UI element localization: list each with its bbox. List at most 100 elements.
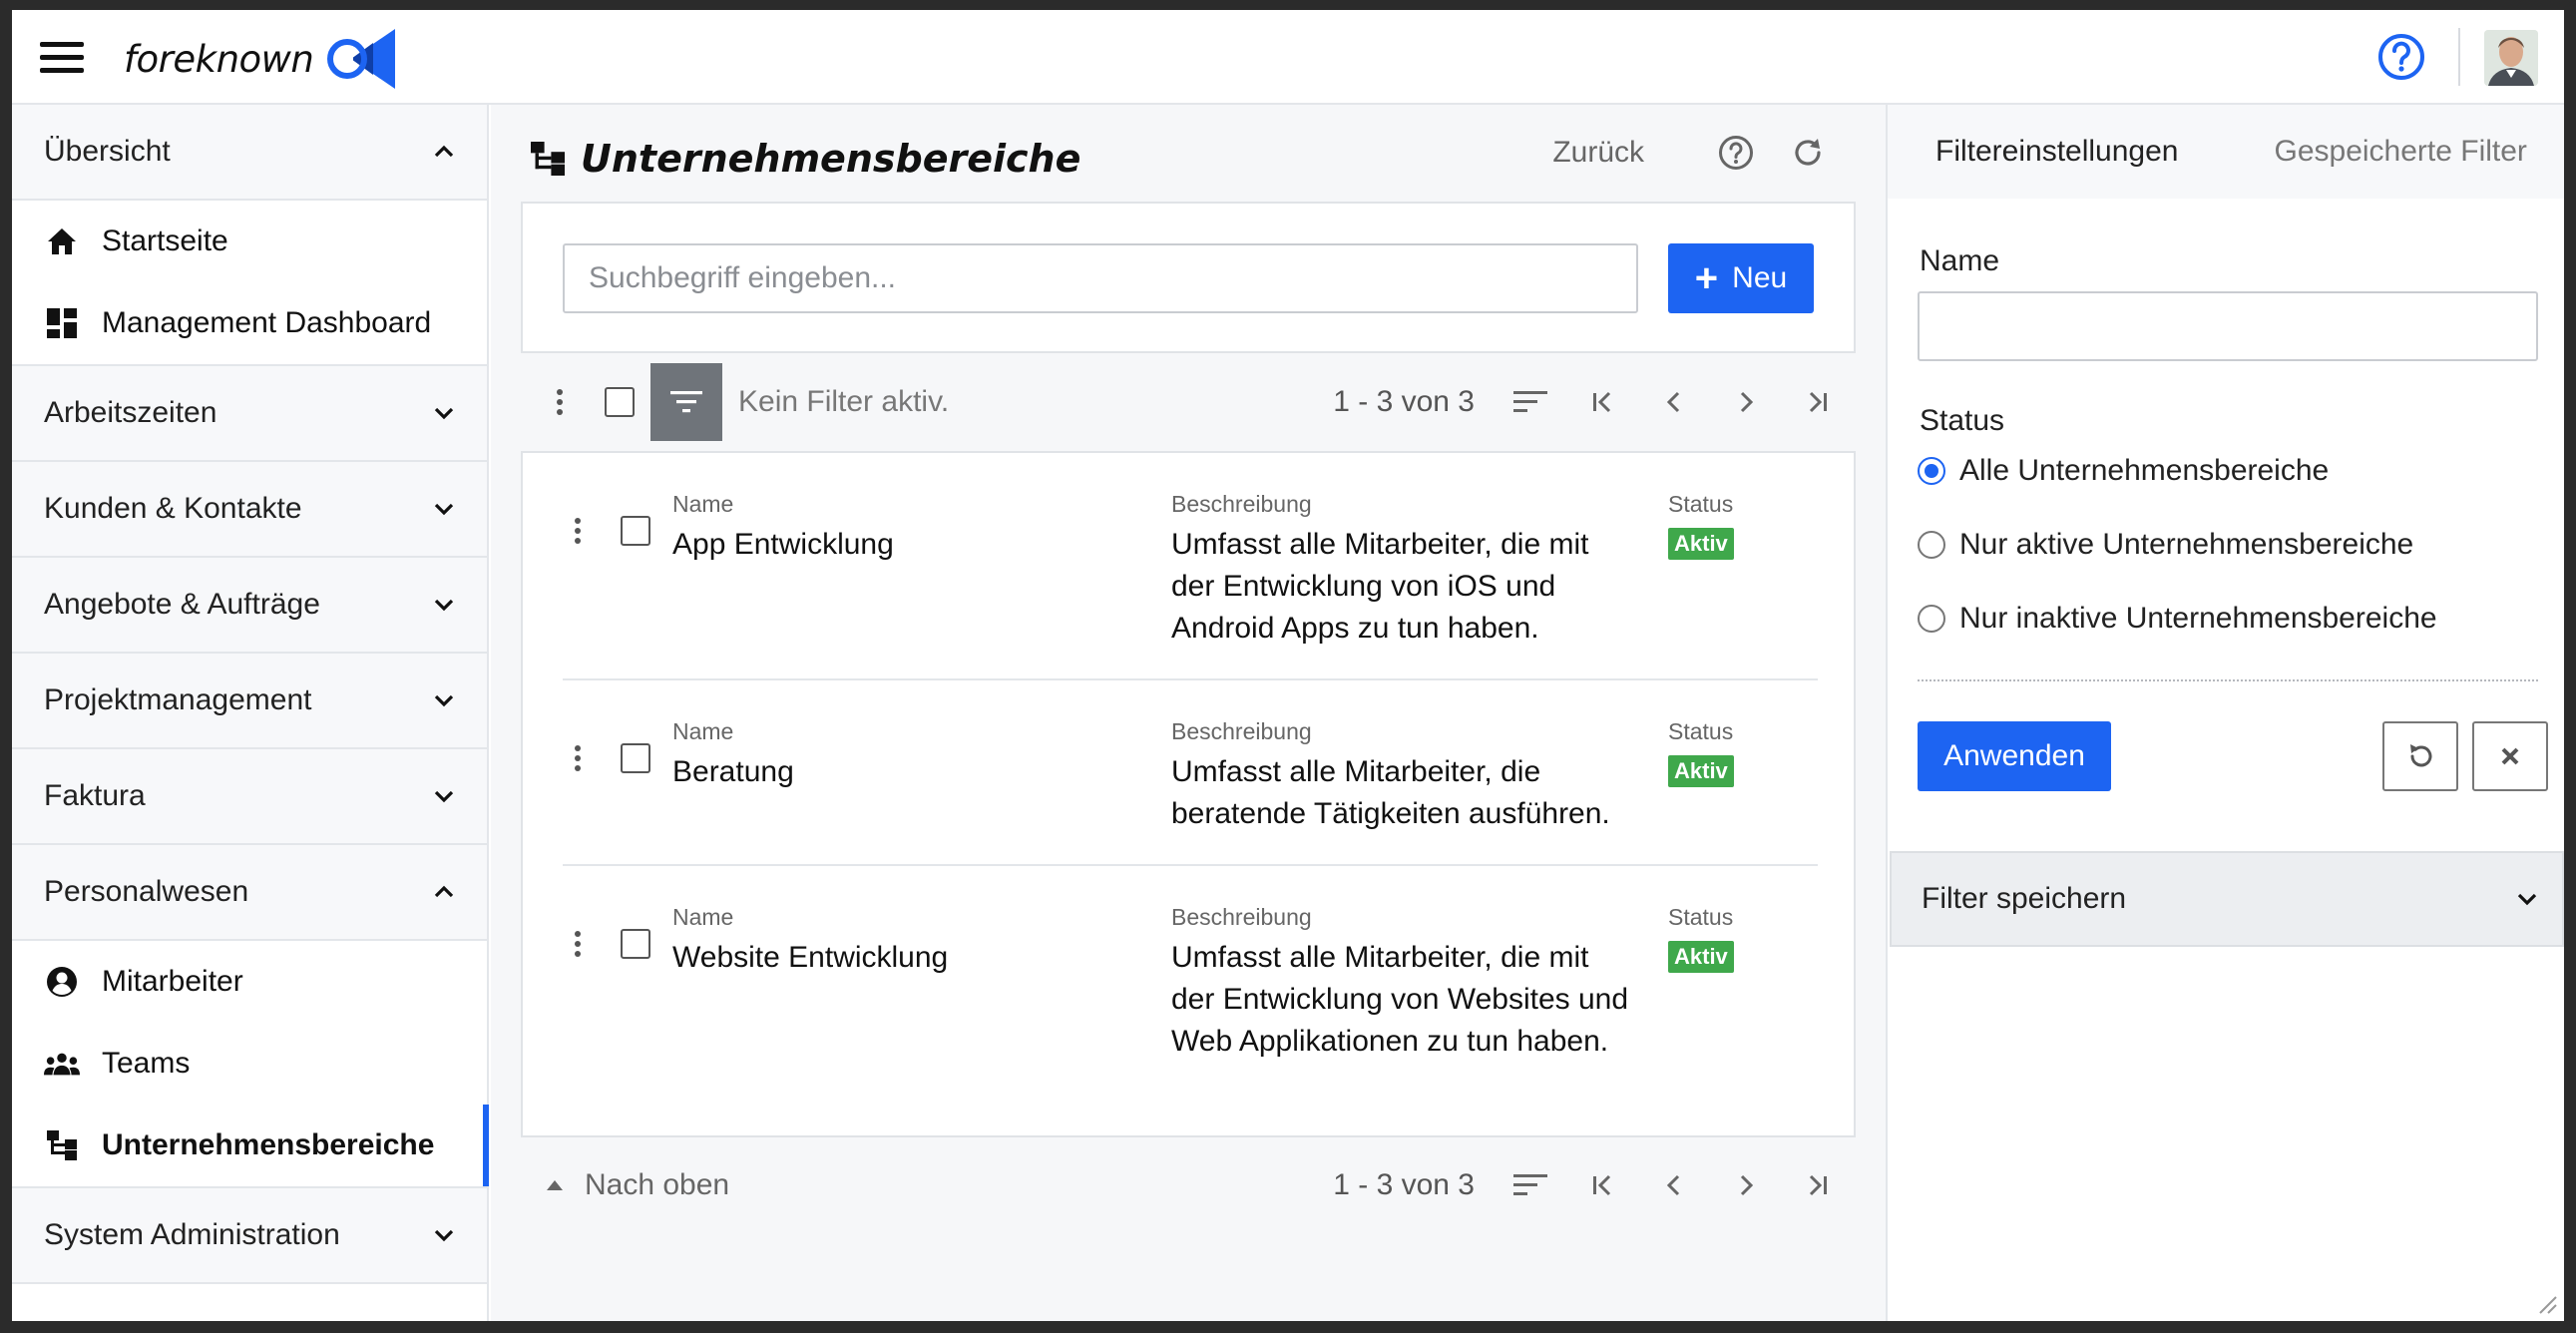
name-filter-input[interactable] bbox=[1918, 291, 2538, 361]
table-row[interactable]: Name App Entwicklung Beschreibung Umfass… bbox=[563, 453, 1818, 678]
sidebar-section-personalwesen[interactable]: Personalwesen bbox=[12, 845, 487, 941]
last-page-icon[interactable] bbox=[1798, 1165, 1838, 1205]
next-page-icon[interactable] bbox=[1726, 1165, 1766, 1205]
row-name[interactable]: Beratung bbox=[672, 751, 1151, 793]
prev-page-icon[interactable] bbox=[1654, 1165, 1694, 1205]
radio-button[interactable] bbox=[1918, 605, 1945, 633]
cell-description: Beschreibung Umfasst alle Mitarbeiter, d… bbox=[1171, 904, 1630, 1063]
table-row[interactable]: Name Beratung Beschreibung Umfasst alle … bbox=[563, 680, 1818, 864]
new-button[interactable]: + Neu bbox=[1668, 243, 1814, 313]
filter-status-text: Kein Filter aktiv. bbox=[738, 385, 950, 418]
sidebar-section-uebersicht[interactable]: Übersicht bbox=[12, 105, 487, 201]
help-icon[interactable] bbox=[2376, 32, 2426, 82]
sidebar-item-label: Unternehmensbereiche bbox=[102, 1128, 435, 1161]
next-page-icon[interactable] bbox=[1726, 382, 1766, 422]
brand-logo-icon bbox=[327, 29, 396, 89]
sort-icon[interactable] bbox=[1510, 382, 1550, 422]
column-label: Name bbox=[672, 491, 734, 517]
chevron-down-icon bbox=[434, 790, 454, 803]
more-vert-icon[interactable] bbox=[545, 382, 575, 422]
first-page-icon[interactable] bbox=[1582, 1165, 1622, 1205]
prev-page-icon[interactable] bbox=[1654, 382, 1694, 422]
more-vert-icon[interactable] bbox=[563, 738, 593, 778]
dashboard-icon bbox=[44, 305, 80, 341]
back-button[interactable]: Zurück bbox=[1552, 136, 1644, 170]
save-filter-accordion[interactable]: Filter speichern bbox=[1890, 851, 2564, 947]
more-vert-icon[interactable] bbox=[563, 511, 593, 551]
column-label: Beschreibung bbox=[1171, 904, 1312, 930]
filter-tabs: Filtereinstellungen Gespeicherte Filter bbox=[1888, 105, 2564, 199]
sidebar-item-teams[interactable]: Teams bbox=[12, 1023, 487, 1105]
row-checkbox[interactable] bbox=[621, 516, 650, 546]
last-page-icon[interactable] bbox=[1798, 382, 1838, 422]
chevron-down-icon bbox=[434, 1229, 454, 1242]
refresh-icon[interactable] bbox=[1788, 133, 1828, 173]
resize-grip-icon[interactable] bbox=[2534, 1291, 2558, 1315]
chevron-down-icon bbox=[434, 503, 454, 516]
filter-toggle-button[interactable] bbox=[650, 363, 722, 441]
person-circle-icon bbox=[44, 964, 80, 1000]
table-row[interactable]: Name Website Entwicklung Beschreibung Um… bbox=[563, 866, 1818, 1135]
cell-name: Name Beratung bbox=[672, 718, 1151, 793]
app-window: foreknown Übersicht Startseite Managemen… bbox=[12, 10, 2564, 1321]
cell-status: Status Aktiv bbox=[1668, 718, 1808, 787]
sidebar-section-label: Projektmanagement bbox=[44, 683, 312, 716]
menu-icon[interactable] bbox=[40, 42, 84, 74]
back-to-top-button[interactable]: Nach oben bbox=[547, 1168, 729, 1202]
row-checkbox[interactable] bbox=[621, 929, 650, 959]
row-checkbox[interactable] bbox=[621, 743, 650, 773]
pager-top: 1 - 3 von 3 bbox=[1333, 382, 1856, 422]
radio-button[interactable] bbox=[1918, 457, 1945, 485]
tab-saved-filters[interactable]: Gespeicherte Filter bbox=[2274, 105, 2526, 199]
row-name[interactable]: Website Entwicklung bbox=[672, 937, 1151, 979]
tab-filter-settings[interactable]: Filtereinstellungen bbox=[1888, 105, 2178, 199]
select-all-checkbox[interactable] bbox=[605, 387, 635, 417]
status-label: Status bbox=[1920, 404, 2005, 437]
sidebar-section-label: Übersicht bbox=[44, 135, 171, 168]
new-button-label: Neu bbox=[1732, 261, 1788, 294]
sidebar-item-mitarbeiter[interactable]: Mitarbeiter bbox=[12, 941, 487, 1023]
sidebar-item-label: Mitarbeiter bbox=[102, 965, 243, 998]
sidebar-item-unternehmensbereiche[interactable]: Unternehmensbereiche bbox=[12, 1105, 489, 1186]
cell-name: Name Website Entwicklung bbox=[672, 904, 1151, 979]
status-badge: Aktiv bbox=[1668, 755, 1734, 787]
clear-filter-button[interactable] bbox=[2472, 721, 2548, 791]
chevron-down-icon bbox=[434, 694, 454, 707]
column-label: Name bbox=[672, 904, 734, 930]
sidebar-section-system-administration[interactable]: System Administration bbox=[12, 1188, 487, 1284]
row-name[interactable]: App Entwicklung bbox=[672, 524, 1151, 566]
home-icon bbox=[44, 223, 80, 259]
sidebar-section-label: Personalwesen bbox=[44, 875, 249, 908]
save-filter-label: Filter speichern bbox=[1922, 882, 2127, 915]
sidebar-sublist-personalwesen: Mitarbeiter Teams Unternehmensbereiche bbox=[12, 941, 489, 1188]
avatar[interactable] bbox=[2484, 30, 2538, 86]
hierarchy-icon bbox=[531, 142, 565, 176]
sidebar-section-projektmanagement[interactable]: Projektmanagement bbox=[12, 654, 487, 749]
brand[interactable]: foreknown bbox=[124, 29, 396, 89]
search-input[interactable] bbox=[563, 243, 1638, 313]
status-option-all[interactable]: Alle Unternehmensbereiche bbox=[1918, 454, 2329, 488]
radio-button[interactable] bbox=[1918, 531, 1945, 559]
close-icon bbox=[2501, 747, 2519, 765]
sidebar-item-startseite[interactable]: Startseite bbox=[12, 201, 487, 282]
reset-filter-button[interactable] bbox=[2382, 721, 2458, 791]
name-label: Name bbox=[1920, 244, 2000, 277]
sidebar-section-arbeitszeiten[interactable]: Arbeitszeiten bbox=[12, 366, 487, 462]
cell-description: Beschreibung Umfasst alle Mitarbeiter, d… bbox=[1171, 491, 1630, 650]
more-vert-icon[interactable] bbox=[563, 924, 593, 964]
sidebar-item-management-dashboard[interactable]: Management Dashboard bbox=[12, 282, 487, 364]
sidebar-section-angebote-auftraege[interactable]: Angebote & Aufträge bbox=[12, 558, 487, 654]
status-option-active[interactable]: Nur aktive Unternehmensbereiche bbox=[1918, 528, 2413, 562]
sidebar-item-label: Teams bbox=[102, 1047, 191, 1080]
sidebar-section-kunden-kontakte[interactable]: Kunden & Kontakte bbox=[12, 462, 487, 558]
filter-panel: Filtereinstellungen Gespeicherte Filter … bbox=[1886, 105, 2564, 1321]
status-option-inactive[interactable]: Nur inaktive Unternehmensbereiche bbox=[1918, 602, 2437, 636]
row-description: Umfasst alle Mitarbeiter, die mit der En… bbox=[1171, 941, 1629, 1058]
sidebar-section-label: System Administration bbox=[44, 1218, 340, 1251]
sort-icon[interactable] bbox=[1510, 1165, 1550, 1205]
list-card: Name App Entwicklung Beschreibung Umfass… bbox=[521, 451, 1856, 1137]
apply-button[interactable]: Anwenden bbox=[1918, 721, 2111, 791]
sidebar-section-faktura[interactable]: Faktura bbox=[12, 749, 487, 845]
help-icon[interactable] bbox=[1716, 133, 1756, 173]
first-page-icon[interactable] bbox=[1582, 382, 1622, 422]
